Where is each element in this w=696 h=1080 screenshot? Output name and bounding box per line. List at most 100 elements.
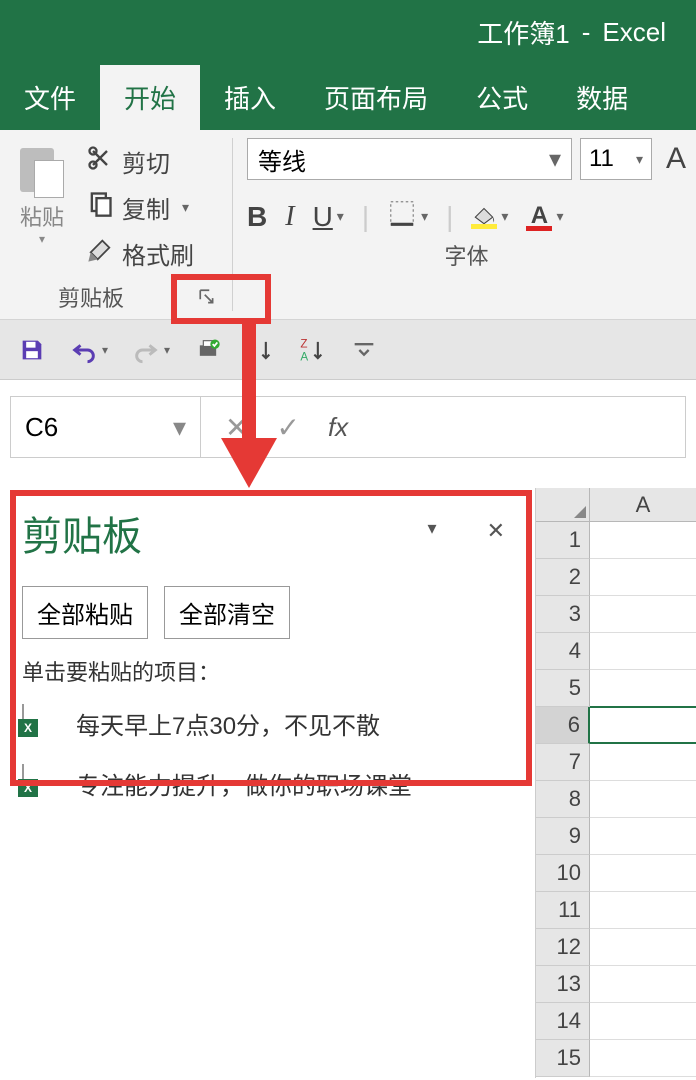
border-button[interactable]: ▾ (387, 198, 428, 235)
undo-button[interactable]: ▾ (70, 336, 108, 364)
cell[interactable] (590, 706, 696, 744)
clipboard-task-pane: 剪贴板 ▾ ✕ 全部粘贴 全部清空 单击要粘贴的项目： X 每天早上7点30分，… (0, 488, 535, 1078)
underline-button[interactable]: U ▾ (313, 201, 344, 233)
grid-row: 1 (536, 522, 696, 559)
row-header[interactable]: 10 (536, 855, 590, 892)
tab-file[interactable]: 文件 (0, 65, 100, 130)
excel-file-icon: X (22, 705, 54, 741)
cell[interactable] (590, 929, 696, 966)
cell[interactable] (590, 596, 696, 633)
grid-row: 9 (536, 818, 696, 855)
border-dropdown-icon: ▾ (421, 208, 428, 225)
italic-button[interactable]: I (285, 201, 294, 233)
copy-label: 复制 (122, 190, 170, 225)
font-size-select[interactable]: 11 ▾ (580, 138, 652, 180)
format-painter-label: 格式刷 (122, 236, 194, 271)
clipboard-item[interactable]: X 专注能力提升，做你的职场课堂 (22, 765, 515, 801)
main-area: 剪贴板 ▾ ✕ 全部粘贴 全部清空 单击要粘贴的项目： X 每天早上7点30分，… (0, 488, 696, 1078)
sort-asc-button[interactable]: AZ (246, 336, 274, 364)
clipboard-item[interactable]: X 每天早上7点30分，不见不散 (22, 705, 515, 741)
tab-home[interactable]: 开始 (100, 65, 200, 130)
cell[interactable] (590, 781, 696, 818)
grow-font-icon[interactable]: A (666, 142, 686, 176)
quick-access-toolbar: ▾ ▾ AZ ZA (0, 320, 696, 380)
paste-dropdown-icon: ▾ (39, 232, 45, 246)
scissors-icon (86, 144, 114, 179)
row-header[interactable]: 4 (536, 633, 590, 670)
fill-color-dropdown-icon: ▾ (501, 208, 508, 225)
redo-button[interactable]: ▾ (132, 336, 170, 364)
cell[interactable] (590, 633, 696, 670)
fill-color-icon (471, 204, 497, 229)
enter-formula-button[interactable]: ✓ (276, 411, 299, 444)
separator: | (362, 201, 369, 233)
print-preview-button[interactable] (194, 336, 222, 364)
paste-all-button[interactable]: 全部粘贴 (22, 586, 148, 639)
separator: | (446, 201, 453, 233)
row-header[interactable]: 1 (536, 522, 590, 559)
row-header[interactable]: 14 (536, 1003, 590, 1040)
clipboard-dialog-launcher[interactable] (182, 279, 232, 315)
qat-customize-button[interactable] (350, 336, 378, 364)
row-header[interactable]: 11 (536, 892, 590, 929)
row-header[interactable]: 6 (536, 707, 590, 744)
paste-button[interactable]: 粘贴 ▾ (14, 138, 74, 279)
tab-data[interactable]: 数据 (552, 65, 652, 130)
pane-close-button[interactable]: ✕ (487, 518, 505, 544)
save-button[interactable] (18, 336, 46, 364)
ribbon: 粘贴 ▾ 剪切 复制 ▾ (0, 130, 696, 320)
worksheet-grid[interactable]: A 123456789101112131415 (535, 488, 696, 1078)
tab-formulas[interactable]: 公式 (452, 65, 552, 130)
row-header[interactable]: 7 (536, 744, 590, 781)
cell[interactable] (590, 892, 696, 929)
clipboard-item-text: 专注能力提升，做你的职场课堂 (76, 766, 412, 801)
clipboard-item-text: 每天早上7点30分，不见不散 (76, 706, 380, 741)
grid-row: 5 (536, 670, 696, 707)
excel-file-icon: X (22, 765, 54, 801)
row-header[interactable]: 5 (536, 670, 590, 707)
cell[interactable] (590, 522, 696, 559)
name-box-dropdown-icon: ▾ (173, 412, 186, 443)
font-name-select[interactable]: 等线 ▾ (247, 138, 572, 180)
cell[interactable] (590, 855, 696, 892)
sort-desc-button[interactable]: ZA (298, 336, 326, 364)
row-header[interactable]: 12 (536, 929, 590, 966)
underline-icon: U (313, 201, 333, 233)
font-name-dropdown-icon: ▾ (549, 145, 561, 174)
insert-function-button[interactable]: fx (328, 412, 348, 443)
grid-row: 4 (536, 633, 696, 670)
clipboard-items-list: X 每天早上7点30分，不见不散 X 专注能力提升，做你的职场课堂 (22, 705, 515, 801)
row-header[interactable]: 8 (536, 781, 590, 818)
paste-label: 粘贴 (20, 200, 64, 232)
cell[interactable] (590, 1040, 696, 1077)
font-color-button[interactable]: A ▾ (526, 202, 563, 231)
clear-all-button[interactable]: 全部清空 (164, 586, 290, 639)
cell[interactable] (590, 1003, 696, 1040)
column-header-A[interactable]: A (590, 488, 696, 521)
font-group-label: 字体 (444, 239, 488, 271)
row-header[interactable]: 9 (536, 818, 590, 855)
cell[interactable] (590, 966, 696, 1003)
row-header[interactable]: 13 (536, 966, 590, 1003)
grid-header-row: A (536, 488, 696, 522)
tab-page-layout[interactable]: 页面布局 (300, 65, 452, 130)
cell[interactable] (590, 670, 696, 707)
row-header[interactable]: 2 (536, 559, 590, 596)
name-box[interactable]: C6 ▾ (11, 397, 201, 457)
row-header[interactable]: 15 (536, 1040, 590, 1077)
bold-button[interactable]: B (247, 201, 267, 233)
select-all-corner[interactable] (536, 488, 590, 521)
fill-color-button[interactable]: ▾ (471, 204, 508, 229)
title-separator: - (582, 17, 591, 48)
cell[interactable] (590, 744, 696, 781)
row-header[interactable]: 3 (536, 596, 590, 633)
format-painter-button[interactable]: 格式刷 (80, 232, 200, 274)
pane-options-dropdown[interactable]: ▾ (428, 518, 437, 544)
cancel-formula-button[interactable]: ✕ (225, 411, 248, 444)
svg-text:A: A (300, 350, 308, 363)
cut-button[interactable]: 剪切 (80, 140, 200, 182)
copy-button[interactable]: 复制 ▾ (80, 186, 200, 228)
tab-insert[interactable]: 插入 (200, 65, 300, 130)
cell[interactable] (590, 818, 696, 855)
cell[interactable] (590, 559, 696, 596)
